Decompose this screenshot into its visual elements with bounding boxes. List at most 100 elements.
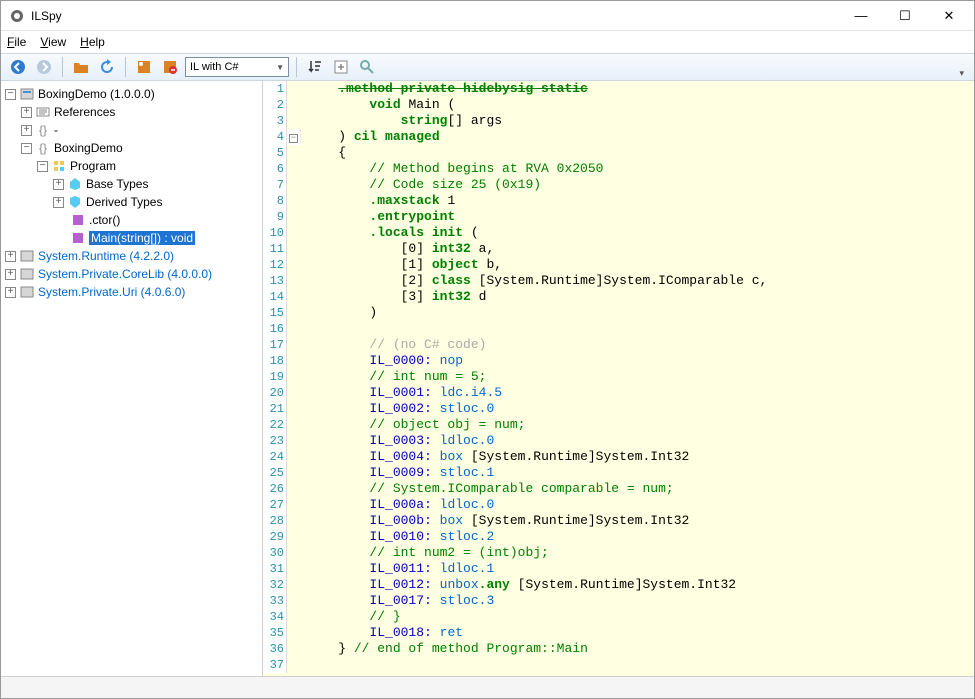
code-token: // object obj = num; (369, 417, 525, 432)
expand-icon[interactable]: + (5, 251, 16, 262)
code-token: stloc.2 (432, 529, 494, 544)
tree-label: BoxingDemo (54, 141, 123, 155)
expand-icon[interactable]: + (53, 179, 64, 190)
tree-node-boxingdemo-asm[interactable]: − BoxingDemo (1.0.0.0) (5, 85, 262, 103)
namespace-icon: {} (35, 140, 51, 156)
main-content: − BoxingDemo (1.0.0.0) + References + {}… (1, 81, 974, 676)
window-title: ILSpy (31, 9, 848, 23)
chevron-down-icon: ▼ (276, 63, 284, 72)
tree-node-derived-types[interactable]: + Derived Types (5, 193, 262, 211)
method-icon (70, 212, 86, 228)
code-token: IL_0001: (369, 385, 431, 400)
code-token: IL_000b: (369, 513, 431, 528)
code-token: // Method begins at RVA 0x2050 (369, 161, 603, 176)
spacer (53, 233, 67, 244)
tree-node-dash[interactable]: + {} - (5, 121, 262, 139)
code-token: int32 (432, 241, 471, 256)
base-types-icon (67, 176, 83, 192)
code-token: // } (369, 609, 400, 624)
close-button[interactable]: ✕ (936, 8, 962, 24)
tree-label: System.Private.Uri (4.0.6.0) (38, 285, 185, 299)
tree-label: References (54, 105, 115, 119)
code-token: a, (471, 241, 494, 256)
expand-icon[interactable]: + (5, 269, 16, 280)
tree-label: BoxingDemo (1.0.0.0) (38, 87, 155, 101)
code-token: .maxstack (369, 193, 439, 208)
code-token: stloc.1 (432, 465, 494, 480)
code-token: IL_0011: (369, 561, 431, 576)
tree-node-system-corelib[interactable]: + System.Private.CoreLib (4.0.0.0) (5, 265, 262, 283)
back-button[interactable] (7, 56, 29, 78)
open-button[interactable] (70, 56, 92, 78)
code-token: IL_0000: (369, 353, 431, 368)
assembly-tree[interactable]: − BoxingDemo (1.0.0.0) + References + {}… (1, 81, 263, 676)
code-token: ldloc.0 (432, 433, 494, 448)
code-token: int32 (432, 289, 471, 304)
menu-view[interactable]: View (40, 35, 66, 49)
menu-file[interactable]: File (7, 35, 26, 49)
tree-node-main[interactable]: Main(string[]) : void (5, 229, 262, 247)
code-token: { (338, 145, 346, 160)
search-button[interactable] (356, 56, 378, 78)
tree-node-references[interactable]: + References (5, 103, 262, 121)
toolbar-overflow[interactable]: ▾ (959, 68, 968, 79)
fold-toggle[interactable]: − (289, 134, 298, 143)
code-token: IL_0004: (369, 449, 431, 464)
minimize-button[interactable]: — (848, 8, 874, 24)
code-token: [System.Runtime]System.IComparable c, (471, 273, 767, 288)
tree-node-boxingdemo-ns[interactable]: − {} BoxingDemo (5, 139, 262, 157)
code-token: [System.Runtime]System.Int32 (463, 449, 689, 464)
code-token: [0] (401, 241, 432, 256)
code-lines[interactable]: 1 .method private hidebysig static 2 voi… (263, 81, 974, 676)
tree-node-system-uri[interactable]: + System.Private.Uri (4.0.6.0) (5, 283, 262, 301)
class-icon (51, 158, 67, 174)
language-combo[interactable]: IL with C# ▼ (185, 57, 289, 77)
assembly-button[interactable] (133, 56, 155, 78)
tree-node-ctor[interactable]: .ctor() (5, 211, 262, 229)
forward-button[interactable] (33, 56, 55, 78)
tree-node-system-runtime[interactable]: + System.Runtime (4.2.2.0) (5, 247, 262, 265)
code-token: [System.Runtime]System.Int32 (510, 577, 736, 592)
tree-node-program[interactable]: − Program (5, 157, 262, 175)
derived-types-icon (67, 194, 83, 210)
method-icon (70, 230, 86, 246)
tree-label: System.Runtime (4.2.2.0) (38, 249, 174, 263)
code-token: IL_0018: (369, 625, 431, 640)
expand-icon[interactable]: + (5, 287, 16, 298)
code-token: ret (432, 625, 463, 640)
code-token: [1] (401, 257, 432, 272)
code-token: IL_0010: (369, 529, 431, 544)
namespace-icon: {} (35, 122, 51, 138)
menu-help[interactable]: Help (80, 35, 105, 49)
sort-button[interactable] (304, 56, 326, 78)
code-token: ldloc.0 (432, 497, 494, 512)
references-icon (35, 104, 51, 120)
collapse-icon[interactable]: − (5, 89, 16, 100)
code-token: .any (479, 577, 510, 592)
code-token: stloc.0 (432, 401, 494, 416)
code-token: .locals init (369, 225, 463, 240)
expand-icon[interactable]: + (21, 107, 32, 118)
code-viewer: 1 .method private hidebysig static 2 voi… (263, 81, 974, 676)
code-token: // end of method Program::Main (354, 641, 588, 656)
assembly-remove-button[interactable] (159, 56, 181, 78)
code-token: [] args (447, 113, 502, 128)
toolbar: IL with C# ▼ ▾ (1, 53, 974, 81)
toggle-folding-button[interactable] (330, 56, 352, 78)
code-token: ) (369, 305, 377, 320)
collapse-icon[interactable]: − (21, 143, 32, 154)
collapse-icon[interactable]: − (37, 161, 48, 172)
code-token: // Code size 25 (0x19) (369, 177, 541, 192)
code-token: unbox (432, 577, 479, 592)
tree-node-base-types[interactable]: + Base Types (5, 175, 262, 193)
tree-label: Program (70, 159, 116, 173)
code-token: box (432, 449, 463, 464)
code-token: cil managed (354, 129, 440, 144)
maximize-button[interactable]: ☐ (892, 8, 918, 24)
code-token: class (432, 273, 471, 288)
expand-icon[interactable]: + (21, 125, 32, 136)
code-token: stloc.3 (432, 593, 494, 608)
expand-icon[interactable]: + (53, 197, 64, 208)
refresh-button[interactable] (96, 56, 118, 78)
code-token: // int num2 = (int)obj; (369, 545, 548, 560)
